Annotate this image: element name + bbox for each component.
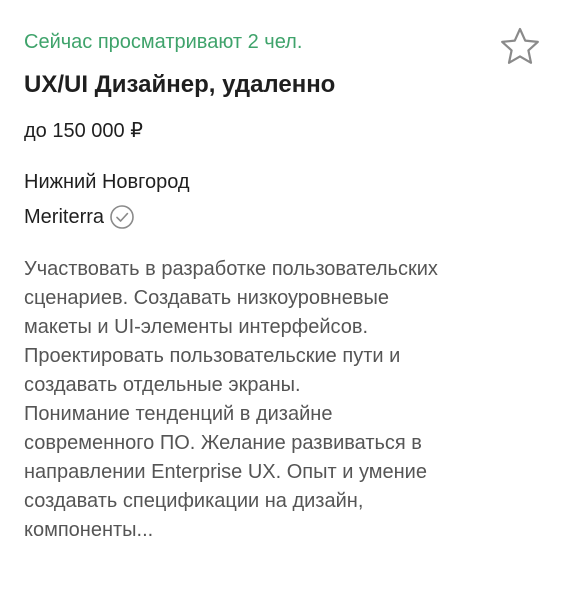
description-line: Понимание тенденций в дизайне (24, 403, 333, 425)
description-line: современного ПО. Желание развиваться в (24, 432, 422, 454)
vacancy-card[interactable]: Сейчас просматривают 2 чел. UX/UI Дизайн… (0, 0, 564, 594)
description-line: Участвовать в разработке пользовательски… (24, 258, 438, 280)
viewers-count: Сейчас просматривают 2 чел. (24, 31, 303, 53)
vacancy-title[interactable]: UX/UI Дизайнер, удаленно (24, 70, 335, 100)
description-line: Проектировать пользовательские пути и (24, 345, 401, 367)
company[interactable]: Meriterra (24, 203, 135, 231)
description-line: сценариев. Создавать низкоуровневые (24, 287, 389, 309)
vacancy-description: Участвовать в разработке пользовательски… (24, 255, 544, 545)
check-circle-icon (109, 204, 135, 230)
description-line: создавать отдельные экраны. (24, 374, 301, 396)
company-name[interactable]: Meriterra (24, 204, 104, 230)
description-line: макеты и UI-элементы интерфейсов. (24, 316, 369, 338)
salary: до 150 000 ₽ (24, 120, 143, 142)
description-line: компоненты... (24, 519, 154, 541)
favorite-button[interactable] (499, 26, 541, 66)
city: Нижний Новгород (24, 171, 190, 193)
description-line: создавать спецификации на дизайн, (24, 490, 364, 512)
description-line: направлении Enterprise UX. Опыт и умение (24, 461, 427, 483)
star-outline-icon (501, 27, 539, 64)
